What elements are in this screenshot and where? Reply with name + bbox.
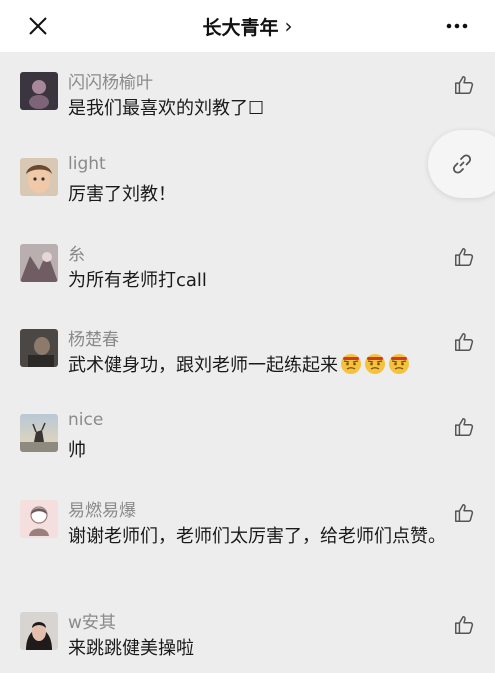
avatar[interactable] xyxy=(20,72,58,110)
page-title-text: 长大青年 xyxy=(202,17,279,39)
comment-text: 武术健身功，跟刘老师一起练起来 xyxy=(68,351,448,385)
like-icon[interactable] xyxy=(453,614,475,636)
more-icon[interactable] xyxy=(445,16,469,36)
like-icon[interactable] xyxy=(453,331,475,353)
like-icon[interactable] xyxy=(453,416,475,438)
link-icon xyxy=(452,154,472,174)
comment-username[interactable]: nice xyxy=(68,410,103,430)
comment-username[interactable]: 闪闪杨榆叶 xyxy=(68,68,153,93)
comment-username[interactable]: 糸 xyxy=(68,240,85,265)
comment-username[interactable]: 杨楚春 xyxy=(68,325,119,350)
share-link-button[interactable] xyxy=(428,130,495,198)
comment-text: 为所有老师打call xyxy=(68,270,207,291)
comment-username[interactable]: w安其 xyxy=(68,608,116,633)
avatar[interactable] xyxy=(20,244,58,282)
comment-text-content: 武术健身功，跟刘老师一起练起来 xyxy=(68,355,338,376)
like-icon[interactable] xyxy=(453,246,475,268)
emoji-face-icon xyxy=(364,353,386,385)
page-title[interactable]: 长大青年 › xyxy=(0,13,495,40)
comment-username[interactable]: 易燃易爆 xyxy=(68,496,136,521)
comment-text: 帅 xyxy=(68,440,86,461)
avatar[interactable] xyxy=(20,158,58,196)
comment-text: 谢谢老师们，老师们太厉害了，给老师们点赞。 xyxy=(68,526,446,547)
comment-username[interactable]: light xyxy=(68,154,106,174)
like-icon[interactable] xyxy=(453,502,475,524)
emoji-face-icon xyxy=(388,353,410,385)
avatar[interactable] xyxy=(20,414,58,452)
comment-text: 厉害了刘教！ xyxy=(68,184,176,205)
emoji-face-icon xyxy=(340,353,362,385)
chevron-right-icon: › xyxy=(284,13,293,38)
avatar[interactable] xyxy=(20,612,58,650)
avatar[interactable] xyxy=(20,500,58,538)
avatar[interactable] xyxy=(20,329,58,367)
top-bar: 长大青年 › xyxy=(0,0,495,52)
comment-text: 是我们最喜欢的刘教了☐ xyxy=(68,98,265,119)
like-icon[interactable] xyxy=(453,74,475,96)
comment-text: 来跳跳健美操啦 xyxy=(68,638,194,659)
